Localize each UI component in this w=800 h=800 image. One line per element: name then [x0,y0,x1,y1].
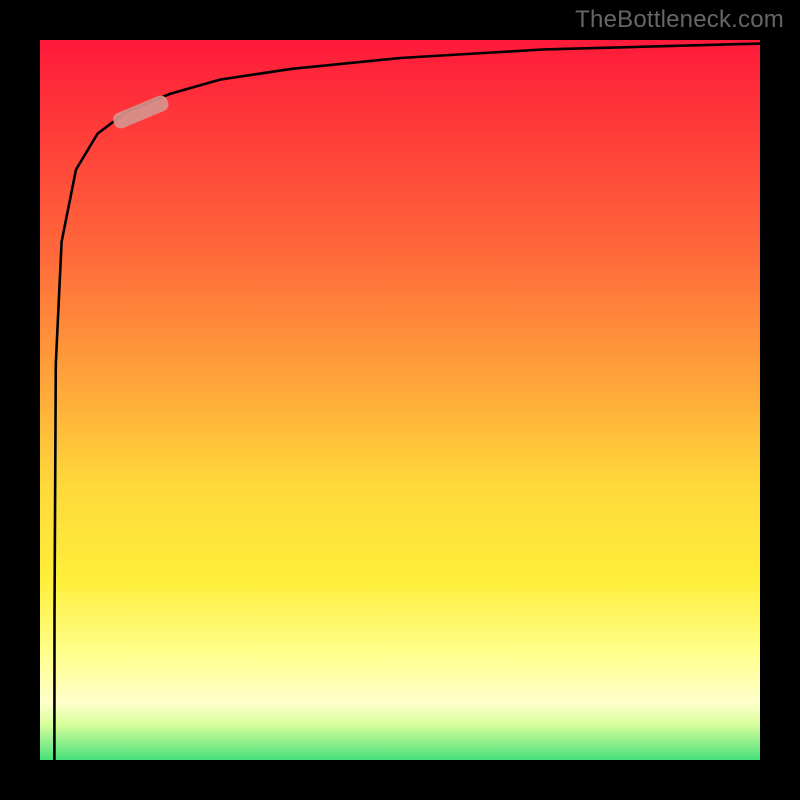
plot-area [40,40,760,760]
bottleneck-curve [54,44,760,760]
curve-marker [111,93,171,130]
curve-svg [40,40,760,760]
chart-frame: TheBottleneck.com [0,0,800,800]
watermark-text: TheBottleneck.com [575,6,784,34]
